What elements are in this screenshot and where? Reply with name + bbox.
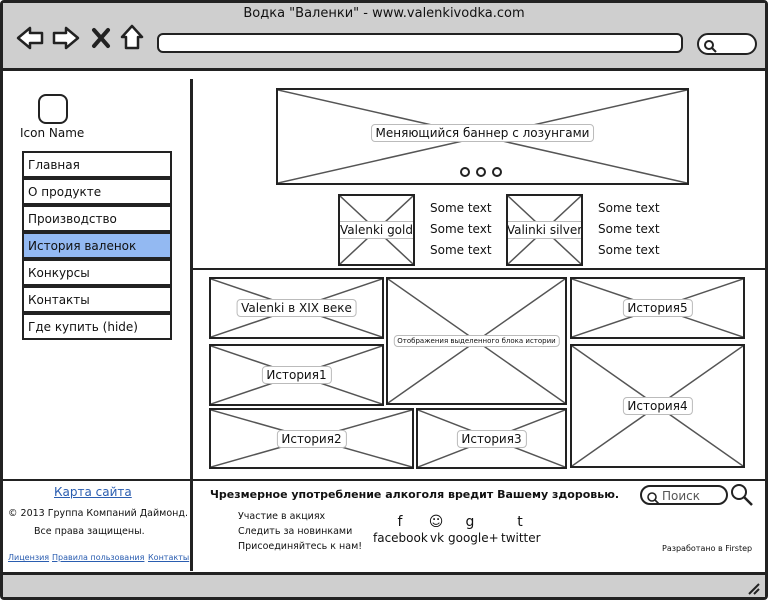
- history-display-label: Отображения выделенного блока истории: [393, 335, 560, 347]
- terms-link[interactable]: Правила пользования: [52, 553, 144, 562]
- facebook-icon[interactable]: f: [390, 514, 410, 532]
- window-title: Водка "Валенки" - www.valenkivodka.com: [243, 6, 525, 21]
- google-plus-icon[interactable]: g: [460, 514, 480, 532]
- product-silver-label: Valinki silver: [508, 221, 581, 239]
- google-plus-link[interactable]: google+: [448, 531, 499, 545]
- stop-x-icon[interactable]: [91, 27, 111, 49]
- facebook-link[interactable]: facebook: [373, 531, 428, 545]
- history-3-label: История3: [456, 429, 527, 448]
- product-silver-text: Some text: [598, 201, 660, 215]
- copyright-text: © 2013 Группа Компаний Даймонд.: [8, 508, 188, 519]
- home-icon[interactable]: [119, 23, 145, 51]
- history-display-block: Отображения выделенного блока истории: [386, 277, 567, 405]
- rights-text: Все права защищены.: [34, 526, 145, 537]
- history-1-label: История1: [261, 366, 332, 384]
- history-4-label: История4: [622, 397, 693, 415]
- history-xix-block[interactable]: Valenki в XIX веке: [209, 277, 384, 339]
- icon-label: Icon Name: [20, 126, 85, 140]
- sidebar-item-about[interactable]: О продукте: [22, 178, 172, 205]
- search-input-icon: [646, 490, 660, 509]
- footer-divider: [3, 479, 765, 481]
- search-icon: [703, 38, 717, 57]
- developer-credit: Разработано в Firstep: [662, 544, 753, 553]
- search-button-icon[interactable]: [730, 483, 754, 511]
- product-gold-label: Valenki gold: [340, 221, 413, 239]
- sidebar-divider: [190, 79, 193, 571]
- vk-link[interactable]: vk: [430, 531, 444, 545]
- content-divider: [190, 268, 765, 270]
- sidebar-item-contests[interactable]: Конкурсы: [22, 259, 172, 286]
- back-arrow-icon[interactable]: [15, 25, 45, 51]
- banner-label: Меняющийся баннер с лозунгами: [370, 123, 595, 142]
- browser-search-field[interactable]: [697, 33, 757, 55]
- history-xix-label: Valenki в XIX веке: [236, 299, 357, 317]
- product-gold-image[interactable]: Valenki gold: [338, 194, 415, 266]
- contacts-link[interactable]: Контакты: [148, 553, 189, 562]
- sidebar-item-contacts[interactable]: Контакты: [22, 286, 172, 313]
- license-link[interactable]: Лицензия: [8, 553, 49, 562]
- browser-toolbar: Водка "Валенки" - www.valenkivodka.com: [3, 3, 765, 71]
- sitemap-link[interactable]: Карта сайта: [54, 485, 132, 499]
- twitter-icon[interactable]: t: [510, 514, 530, 532]
- product-silver-text: Some text: [598, 243, 660, 257]
- address-bar[interactable]: [157, 33, 683, 53]
- twitter-link[interactable]: twitter: [501, 531, 541, 545]
- product-gold-text: Some text: [430, 201, 492, 215]
- follow-news-link[interactable]: Следить за новинками: [238, 526, 352, 537]
- sidebar-item-history[interactable]: История валенок: [22, 232, 172, 259]
- carousel-dot[interactable]: [460, 167, 470, 177]
- product-gold-text: Some text: [430, 243, 492, 257]
- sidebar-item-home[interactable]: Главная: [22, 151, 172, 178]
- carousel-dot[interactable]: [476, 167, 486, 177]
- resize-grip-icon[interactable]: [747, 581, 761, 600]
- history-4-block[interactable]: История4: [570, 344, 745, 468]
- product-silver-image[interactable]: Valinki silver: [506, 194, 583, 266]
- promo-link[interactable]: Участие в акциях: [238, 511, 325, 522]
- avatar: [38, 94, 68, 124]
- join-us-link[interactable]: Присоединяйтесь к нам!: [238, 541, 362, 552]
- history-1-block[interactable]: История1: [209, 344, 384, 406]
- history-3-block[interactable]: История3: [416, 408, 567, 469]
- product-silver-text: Some text: [598, 222, 660, 236]
- status-bar: [3, 572, 765, 597]
- vk-icon[interactable]: ☺: [426, 514, 446, 532]
- history-5-label: История5: [622, 299, 693, 317]
- product-gold-text: Some text: [430, 222, 492, 236]
- history-2-block[interactable]: История2: [209, 408, 414, 469]
- sidebar-item-where-to-buy[interactable]: Где купить (hide): [22, 313, 172, 340]
- health-warning: Чрезмерное употребление алкоголя вредит …: [210, 488, 620, 501]
- history-2-label: История2: [276, 429, 347, 448]
- history-5-block[interactable]: История5: [570, 277, 745, 339]
- forward-arrow-icon[interactable]: [51, 25, 81, 51]
- carousel-dot[interactable]: [492, 167, 502, 177]
- sidebar-item-production[interactable]: Производство: [22, 205, 172, 232]
